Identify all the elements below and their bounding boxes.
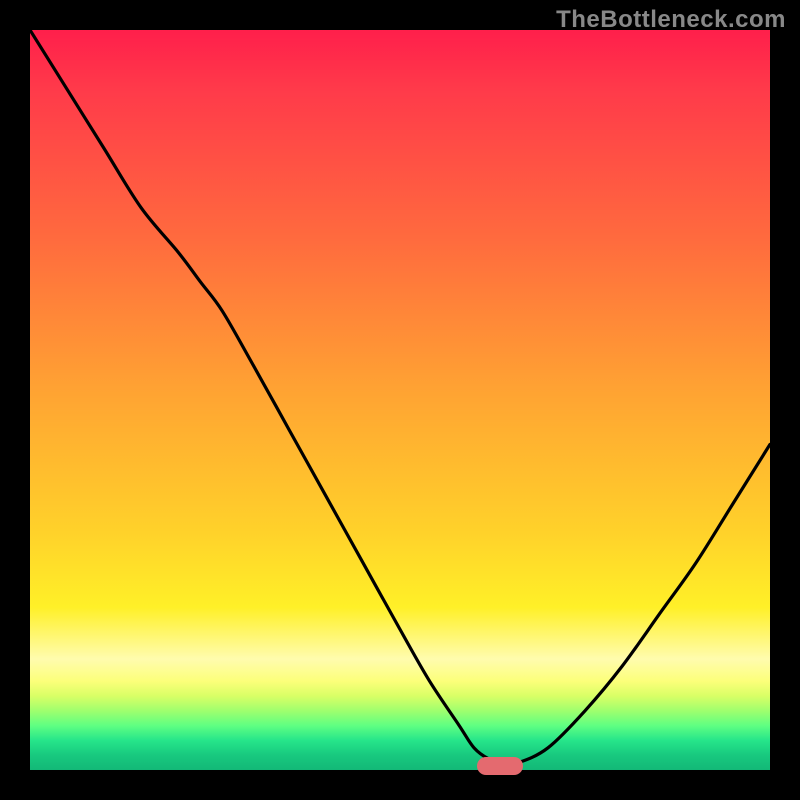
chart-frame: TheBottleneck.com (0, 0, 800, 800)
watermark-text: TheBottleneck.com (556, 6, 786, 34)
plot-area (30, 30, 770, 770)
bottleneck-curve (30, 30, 770, 764)
optimum-marker (477, 757, 523, 775)
curve-svg (30, 30, 770, 770)
